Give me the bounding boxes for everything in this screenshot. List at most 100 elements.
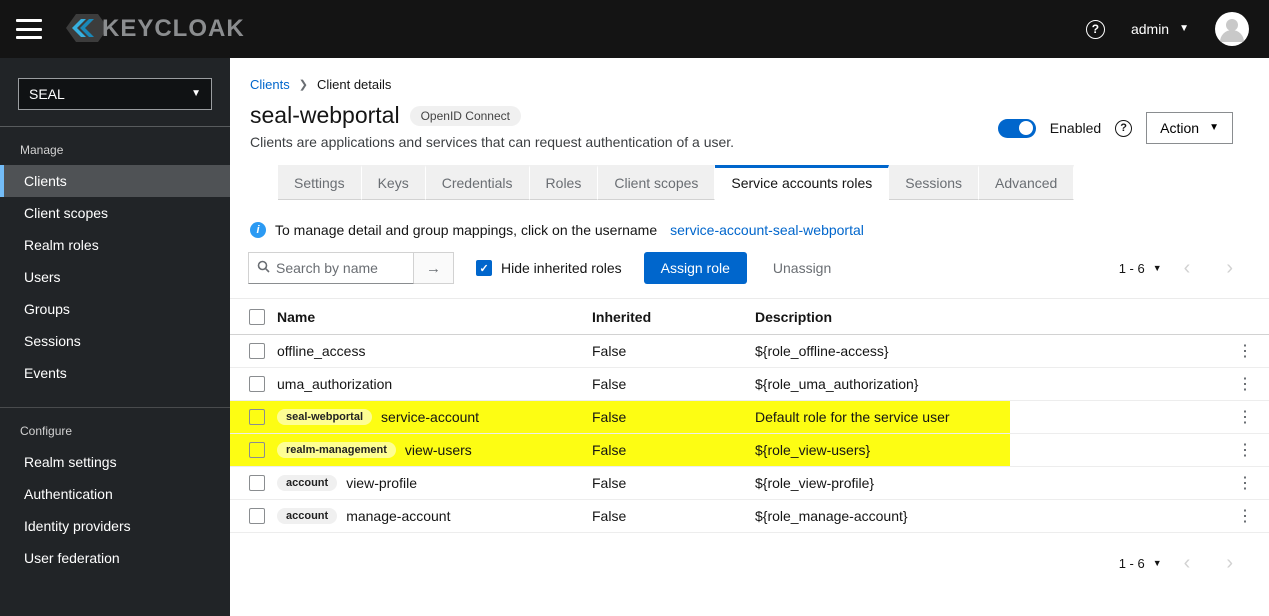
sidebar-item-user-federation[interactable]: User federation xyxy=(0,542,230,574)
chevron-down-icon: ▼ xyxy=(1209,122,1219,133)
pagination-caret-icon[interactable]: ▼ xyxy=(1153,558,1162,568)
previous-page-icon[interactable]: ‹ xyxy=(1170,258,1205,278)
role-description: ${role_manage-account} xyxy=(755,508,908,524)
role-description: ${role_uma_authorization} xyxy=(755,376,919,392)
sidebar-item-groups[interactable]: Groups xyxy=(0,293,230,325)
sidebar: SEAL ▼ Manage Clients Client scopes Real… xyxy=(0,58,230,616)
search-icon xyxy=(257,260,270,276)
role-name: view-users xyxy=(404,442,472,458)
pagination-range: 1 - 6 xyxy=(1118,260,1145,276)
kebab-menu-icon[interactable]: ⋮ xyxy=(1237,475,1253,492)
column-header-description: Description xyxy=(755,308,833,325)
kebab-menu-icon[interactable]: ⋮ xyxy=(1237,409,1253,426)
table-row: uma_authorization False ${role_uma_autho… xyxy=(230,368,1269,401)
role-inherited: False xyxy=(592,376,627,392)
help-icon[interactable]: ? xyxy=(1085,19,1105,39)
row-checkbox[interactable] xyxy=(249,376,265,392)
column-header-name: Name xyxy=(277,308,316,325)
table-row: offline_access False ${role_offline-acce… xyxy=(230,335,1269,368)
action-dropdown-button[interactable]: Action ▼ xyxy=(1146,112,1233,144)
user-menu[interactable]: admin ▼ xyxy=(1131,21,1189,37)
row-checkbox[interactable] xyxy=(249,343,265,359)
realm-selector[interactable]: SEAL ▼ xyxy=(18,78,212,110)
row-checkbox[interactable] xyxy=(249,409,265,425)
hamburger-menu-icon[interactable] xyxy=(16,19,42,39)
search-input[interactable] xyxy=(276,260,396,276)
tab-settings[interactable]: Settings xyxy=(278,165,362,200)
hide-inherited-checkbox-wrap: Hide inherited roles xyxy=(476,260,622,276)
kebab-menu-icon[interactable]: ⋮ xyxy=(1237,442,1253,459)
sidebar-item-realm-settings[interactable]: Realm settings xyxy=(0,446,230,478)
nav-section-manage: Manage xyxy=(20,143,64,157)
sidebar-item-sessions[interactable]: Sessions xyxy=(0,325,230,357)
username-label: admin xyxy=(1130,21,1170,37)
roles-toolbar: → Hide inherited roles Assign role Unass… xyxy=(230,238,1269,299)
enabled-toggle[interactable] xyxy=(997,118,1036,138)
unassign-button[interactable]: Unassign xyxy=(773,260,831,276)
tab-advanced[interactable]: Advanced xyxy=(979,165,1075,200)
tab-roles[interactable]: Roles xyxy=(529,165,599,200)
keycloak-logo: KEYCLOAK xyxy=(64,10,245,49)
select-all-checkbox[interactable] xyxy=(249,308,265,325)
role-description: ${role_view-profile} xyxy=(755,475,875,491)
client-tabs: Settings Keys Credentials Roles Client s… xyxy=(230,165,1269,200)
tab-client-scopes[interactable]: Client scopes xyxy=(598,165,716,200)
next-page-icon[interactable]: › xyxy=(1212,258,1247,278)
table-row-highlighted: seal-webportal service-account False Def… xyxy=(230,401,1269,434)
search-submit-button[interactable]: → xyxy=(414,252,454,284)
table-header-row: Name Inherited Description xyxy=(230,299,1269,335)
role-description: Default role for the service user xyxy=(755,409,950,425)
sidebar-item-authentication[interactable]: Authentication xyxy=(0,478,230,510)
tab-sessions[interactable]: Sessions xyxy=(889,165,980,200)
hide-inherited-checkbox[interactable] xyxy=(476,260,492,276)
enabled-label: Enabled xyxy=(1049,120,1102,136)
sidebar-item-events[interactable]: Events xyxy=(0,357,230,389)
enabled-help-icon[interactable]: ? xyxy=(1115,119,1133,137)
breadcrumb-clients-link[interactable]: Clients xyxy=(250,77,290,92)
roles-table: Name Inherited Description offline_acces… xyxy=(230,299,1269,533)
next-page-icon[interactable]: › xyxy=(1212,553,1247,573)
role-inherited: False xyxy=(592,409,627,425)
pagination-caret-icon[interactable]: ▼ xyxy=(1153,263,1162,273)
avatar[interactable] xyxy=(1215,12,1249,46)
previous-page-icon[interactable]: ‹ xyxy=(1170,553,1205,573)
sidebar-item-users[interactable]: Users xyxy=(0,261,230,293)
service-account-link[interactable]: service-account-seal-webportal xyxy=(670,222,864,238)
sidebar-item-client-scopes[interactable]: Client scopes xyxy=(0,197,230,229)
role-name: manage-account xyxy=(346,508,451,524)
realm-name: SEAL xyxy=(29,86,65,102)
role-name: service-account xyxy=(381,409,480,425)
tab-service-accounts-roles[interactable]: Service accounts roles xyxy=(715,165,890,200)
kebab-menu-icon[interactable]: ⋮ xyxy=(1237,376,1253,393)
row-checkbox[interactable] xyxy=(249,442,265,458)
role-description: ${role_offline-access} xyxy=(755,343,889,359)
chevron-down-icon: ▼ xyxy=(1179,23,1189,34)
tab-keys[interactable]: Keys xyxy=(361,165,426,200)
kebab-menu-icon[interactable]: ⋮ xyxy=(1237,343,1253,360)
pagination-top: 1 - 6 ▼ ‹ › xyxy=(1119,258,1247,278)
info-icon: i xyxy=(250,222,266,238)
assign-role-button[interactable]: Assign role xyxy=(643,252,747,284)
tab-credentials[interactable]: Credentials xyxy=(425,165,530,200)
topbar: KEYCLOAK ? admin ▼ xyxy=(0,0,1269,58)
table-row-highlighted: realm-management view-users False ${role… xyxy=(230,434,1269,467)
brand-text: KEYCLOAK xyxy=(102,15,245,42)
role-name: view-profile xyxy=(346,475,417,491)
kebab-menu-icon[interactable]: ⋮ xyxy=(1237,508,1253,525)
sidebar-item-clients[interactable]: Clients xyxy=(0,165,230,197)
role-inherited: False xyxy=(592,343,627,359)
role-name: uma_authorization xyxy=(277,376,393,392)
info-text: To manage detail and group mappings, cli… xyxy=(275,222,658,238)
client-badge: account xyxy=(277,475,338,491)
sidebar-item-identity-providers[interactable]: Identity providers xyxy=(0,510,230,542)
column-header-inherited: Inherited xyxy=(592,308,652,325)
row-checkbox[interactable] xyxy=(249,508,265,524)
client-badge: account xyxy=(277,508,338,524)
row-checkbox[interactable] xyxy=(249,475,265,491)
main-content: Clients ❯ Client details seal-webportal … xyxy=(230,58,1269,616)
nav-section-configure: Configure xyxy=(20,424,73,438)
page-title: seal-webportal xyxy=(250,102,400,128)
breadcrumb-current: Client details xyxy=(316,77,392,92)
sidebar-item-realm-roles[interactable]: Realm roles xyxy=(0,229,230,261)
breadcrumb: Clients ❯ Client details xyxy=(230,58,1269,92)
